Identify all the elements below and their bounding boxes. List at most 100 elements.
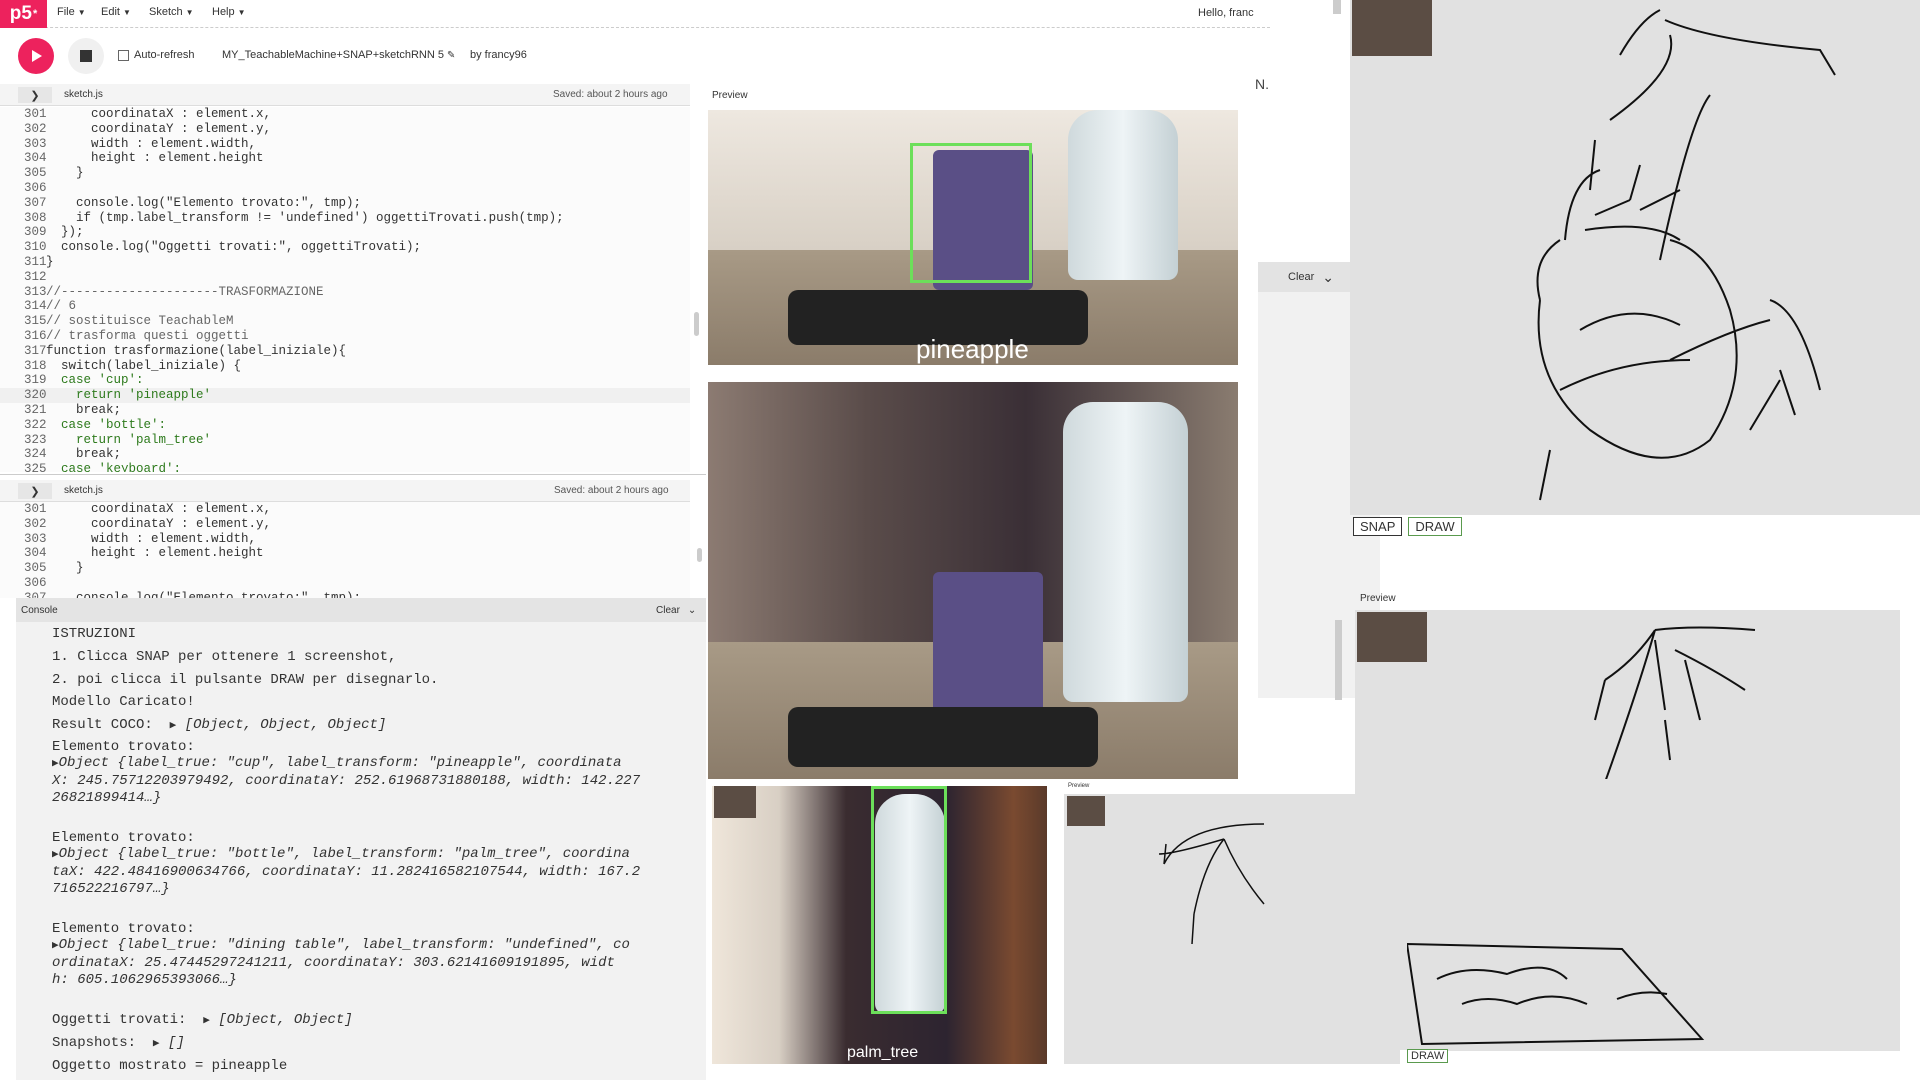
console-output: ISTRUZIONI 1. Clicca SNAP per ottenere 1… [16, 622, 706, 1080]
console-clear-button[interactable]: Clear ⌄ [656, 605, 696, 616]
sketch-canvas-large[interactable]: SNAP DRAW [1350, 0, 1920, 536]
sidebar-toggle-button[interactable]: ❯ [18, 87, 52, 103]
draw-button-2[interactable]: DRAW [1407, 1049, 1449, 1063]
line-number: 303 [24, 531, 47, 546]
code-text: // sostituisce TeachableM [46, 314, 234, 329]
code-text: height : element.height [46, 151, 264, 166]
code-text: coordinataY : element.y, [46, 121, 272, 136]
scrollbar[interactable] [1335, 620, 1342, 700]
console-label: Oggetti trovati: [52, 1012, 187, 1028]
chevron-down-icon: ▼ [77, 7, 86, 17]
code-text: } [46, 254, 54, 269]
file-tab-2[interactable]: sketch.js [64, 485, 103, 496]
code-line: 310 console.log("Oggetti trovati:", ogge… [0, 240, 690, 255]
code-line: 307 console.log("Elemento trovato:", tmp… [0, 591, 690, 598]
expand-triangle-icon[interactable]: ▶ [52, 849, 59, 861]
console-object[interactable]: ▶Object {label_true: "bottle", label_tra… [52, 846, 630, 862]
code-line: 315// sostituisce TeachableM [0, 314, 690, 329]
line-number: 304 [24, 151, 47, 166]
auto-refresh-checkbox[interactable] [118, 49, 129, 61]
chevron-down-icon: ▼ [185, 7, 194, 17]
expand-triangle-icon[interactable]: ▶ [170, 720, 177, 732]
console-line: 2. poi clicca il pulsante DRAW per diseg… [52, 672, 439, 688]
console-object[interactable]: ▶Object {label_true: "dining table", lab… [52, 937, 630, 953]
p5-logo[interactable]: p5 * [0, 0, 47, 28]
expand-triangle-icon[interactable]: ▶ [52, 940, 59, 952]
user-greeting[interactable]: Hello, franc [1198, 7, 1254, 19]
code-editor-2[interactable]: 301 coordinataX : element.x, 302 coordina… [0, 502, 690, 598]
expand-triangle-icon[interactable]: ▶ [203, 1015, 210, 1027]
console-title: Console [21, 605, 58, 616]
console-line: 26821899414…} [52, 790, 162, 806]
console-line: Modello Caricato! [52, 694, 195, 710]
console-object-text: Object {label_true: "cup", label_transfo… [58, 755, 622, 771]
console-object[interactable]: [Object, Object] [218, 1012, 352, 1028]
editor-scrollbar[interactable] [694, 312, 699, 336]
photo-bottle [1063, 402, 1188, 702]
snap-button[interactable]: SNAP [1353, 517, 1403, 536]
code-line: 302 coordinataY : element.y, [0, 517, 690, 532]
corner-label: N. [1255, 76, 1269, 92]
draw-button[interactable]: DRAW [1408, 517, 1462, 536]
play-button[interactable] [18, 38, 54, 74]
code-text: coordinataY : element.y, [46, 516, 272, 531]
menu-edit[interactable]: Edit ▼ [101, 6, 131, 18]
code-text: break; [46, 447, 122, 462]
sketch-buttons: SNAP DRAW [1353, 517, 1462, 536]
chevron-down-icon: ▼ [237, 7, 246, 17]
console-object[interactable]: [Object, Object, Object] [185, 717, 387, 733]
console-line: h: 605.1062965393066…} [52, 972, 237, 988]
code-line: 313//---------------------TRASFORMAZIONE [0, 285, 690, 300]
console-line: Oggetti trovati: ▶ [Object, Object] [52, 1012, 353, 1028]
pencil-icon[interactable]: ✎ [447, 50, 455, 61]
line-number: 304 [24, 546, 47, 561]
code-text: console.log("Elemento trovato:", tmp); [46, 195, 362, 210]
scrollbar[interactable] [1333, 0, 1341, 14]
expand-triangle-icon[interactable]: ▶ [52, 758, 59, 770]
code-text: }); [46, 225, 84, 240]
line-number: 307 [24, 195, 47, 210]
line-number: 318 [24, 358, 47, 373]
sketch-canvas-bottom-right[interactable] [1407, 779, 1900, 1051]
detection-box [871, 786, 947, 1014]
sketch-canvas-small[interactable] [1064, 794, 1400, 1064]
sketch-name[interactable]: MY_TeachableMachine+SNAP+sketchRNN 5 ✎ [222, 49, 455, 61]
sketch-author[interactable]: by francy96 [470, 49, 527, 61]
file-tab[interactable]: sketch.js [64, 89, 103, 100]
code-line: 303 width : element.width, [0, 137, 690, 152]
line-number: 306 [24, 575, 47, 590]
line-number: 317 [24, 343, 47, 358]
sidebar-toggle-button-2[interactable]: ❯ [18, 483, 52, 499]
menu-sketch[interactable]: Sketch ▼ [149, 6, 194, 18]
code-line: 308 if (tmp.label_transform != 'undefine… [0, 211, 690, 226]
line-number: 310 [24, 240, 47, 255]
code-text: break; [46, 402, 122, 417]
console-object[interactable]: [] [168, 1035, 185, 1051]
menu-help[interactable]: Help ▼ [212, 6, 246, 18]
console-object[interactable]: ▶Object {label_true: "cup", label_transf… [52, 755, 622, 771]
auto-refresh-toggle[interactable]: Auto-refresh [118, 49, 195, 61]
code-line: 323 return 'palm_tree' [0, 433, 690, 448]
line-number: 314 [24, 299, 47, 314]
menu-file[interactable]: File ▼ [57, 6, 86, 18]
code-editor[interactable]: 301 coordinataX : element.x, 302 coordina… [0, 107, 690, 472]
console-line: Elemento trovato: [52, 830, 195, 846]
webcam-photo-2 [708, 382, 1238, 779]
expand-triangle-icon[interactable]: ▶ [153, 1038, 160, 1050]
preview-label-small: Preview [1068, 783, 1090, 789]
code-text: width : element.width, [46, 136, 257, 151]
stop-button[interactable] [68, 38, 104, 74]
console-clear-label: Clear [656, 605, 680, 616]
line-number: 302 [24, 516, 47, 531]
clear-label: Clear [1288, 271, 1315, 283]
preview-label: Preview [712, 90, 748, 101]
code-line: 307 console.log("Elemento trovato:", tmp… [0, 196, 690, 211]
console-line: taX: 422.48416900634766, coordinataY: 11… [52, 864, 641, 880]
menu-help-label: Help [212, 6, 235, 18]
code-line: 317function trasformazione(label_inizial… [0, 344, 690, 359]
snapshot-thumbnail[interactable] [714, 786, 756, 818]
code-line: 305 } [0, 561, 690, 576]
code-line: 305 } [0, 166, 690, 181]
webcam-photo-3: palm_tree [712, 786, 1047, 1064]
editor-scrollbar-2[interactable] [697, 548, 702, 562]
